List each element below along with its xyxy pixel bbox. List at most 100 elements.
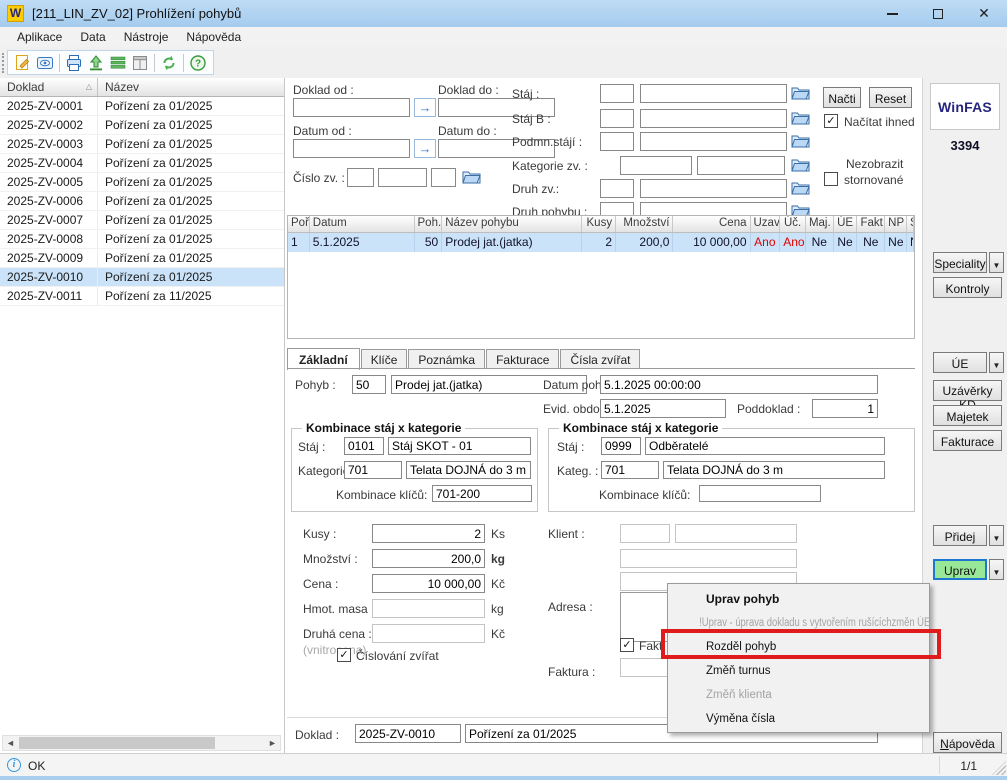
list-item[interactable]: 2025-ZV-0001Pořízení za 01/2025	[0, 97, 284, 116]
reset-button[interactable]: Reset	[869, 87, 912, 108]
list-item[interactable]: 2025-ZV-0009Pořízení za 01/2025	[0, 249, 284, 268]
resize-grip[interactable]	[992, 761, 1006, 775]
horizontal-scrollbar[interactable]: ◄ ►	[2, 735, 281, 751]
kombinace-klicu-input[interactable]	[699, 485, 821, 502]
kateg-name-input[interactable]	[663, 461, 885, 479]
print-icon[interactable]	[63, 53, 85, 73]
filter-staj-name-input[interactable]	[640, 84, 787, 103]
table-column-header[interactable]: Kusy	[582, 216, 616, 232]
kontroly-button[interactable]: Kontroly	[933, 277, 1002, 298]
cislovani-zvirat-checkbox[interactable]: ✓	[337, 648, 351, 662]
list-item[interactable]: 2025-ZV-0006Pořízení za 01/2025	[0, 192, 284, 211]
menu-item-nástroje[interactable]: Nástroje	[115, 28, 178, 46]
filter-doklad-od-input[interactable]	[293, 98, 410, 117]
kombinace-klicu-input[interactable]	[432, 485, 532, 502]
folder-browse-icon[interactable]	[791, 110, 810, 125]
context-menu-item[interactable]: Uprav pohyb	[668, 587, 929, 611]
pohyb-code-input[interactable]	[352, 375, 386, 394]
kategorie-code-input[interactable]	[344, 461, 402, 479]
table-column-header[interactable]: Stor.	[907, 216, 914, 232]
nacitat-ihned-checkbox[interactable]: ✓	[824, 114, 838, 128]
uprav-dropdown-icon[interactable]: ▼	[989, 559, 1004, 580]
table-column-header[interactable]: Fakt	[857, 216, 885, 232]
filter-cislo-zv-input-3[interactable]	[431, 168, 456, 187]
table-column-header[interactable]: Uzav.	[751, 216, 781, 232]
menu-item-nápověda[interactable]: Nápověda	[177, 28, 250, 46]
folder-browse-icon[interactable]	[791, 133, 810, 148]
tab-čísla-zvířat[interactable]: Čísla zvířat	[560, 349, 640, 369]
tab-poznámka[interactable]: Poznámka	[408, 349, 485, 369]
folder-browse-icon[interactable]	[791, 180, 810, 195]
napoveda-button[interactable]: Nápověda	[933, 732, 1002, 753]
filter-druh-zv-code-input[interactable]	[600, 179, 634, 198]
list-item[interactable]: 2025-ZV-0010Pořízení za 01/2025	[0, 268, 284, 287]
fakturace-button[interactable]: Fakturace	[933, 430, 1002, 451]
list-item[interactable]: 2025-ZV-0003Pořízení za 01/2025	[0, 135, 284, 154]
filter-cislo-zv-input-2[interactable]	[378, 168, 427, 187]
table-column-header[interactable]: Datum	[310, 216, 415, 232]
edit-icon[interactable]	[12, 53, 34, 73]
pridej-dropdown-icon[interactable]: ▼	[989, 525, 1004, 546]
table-column-header[interactable]: Poh.	[415, 216, 443, 232]
majetek-button[interactable]: Majetek	[933, 405, 1002, 426]
kategorie-name-input[interactable]	[406, 461, 531, 479]
list-item[interactable]: 2025-ZV-0007Pořízení za 01/2025	[0, 211, 284, 230]
filter-cislo-zv-input-1[interactable]	[347, 168, 374, 187]
hmot-masa-input[interactable]	[372, 599, 485, 618]
column-header-doklad[interactable]: Doklad△	[0, 78, 98, 96]
ue-button[interactable]: ÚE	[933, 352, 987, 373]
table-column-header[interactable]: Název pohybu	[442, 216, 582, 232]
kateg-code-input[interactable]	[601, 461, 659, 479]
table-column-header[interactable]: Maj.	[806, 216, 834, 232]
filter-podmn-staj-name-input[interactable]	[640, 132, 787, 151]
doklad-code-input[interactable]	[355, 724, 461, 743]
staj-name-input[interactable]	[388, 437, 531, 455]
speciality-dropdown-icon[interactable]: ▼	[989, 252, 1004, 273]
table-column-header[interactable]: ÚE	[834, 216, 858, 232]
klient-name-input[interactable]	[675, 524, 797, 543]
columns-icon[interactable]	[129, 53, 151, 73]
nezobrazit-stornovane-checkbox[interactable]	[824, 172, 838, 186]
context-menu-item[interactable]: Změň turnus	[668, 659, 929, 683]
staj-code-input[interactable]	[601, 437, 641, 455]
scroll-left-icon[interactable]: ◄	[3, 736, 18, 750]
folder-browse-icon[interactable]	[791, 85, 810, 100]
filter-staj-b-code-input[interactable]	[600, 109, 634, 128]
movements-table-row[interactable]: 15.1.202550Prodej jat.(jatka)2200,010 00…	[288, 233, 914, 252]
context-menu-item[interactable]: Výměna čísla	[668, 707, 929, 731]
filter-podmn-staj-code-input[interactable]	[600, 132, 634, 151]
staj-code-input[interactable]	[344, 437, 384, 455]
table-column-header[interactable]: Úč.	[780, 216, 806, 232]
poddoklad-input[interactable]	[812, 399, 878, 418]
klient-code-input[interactable]	[620, 524, 670, 543]
list-icon[interactable]	[107, 53, 129, 73]
column-header-nazev[interactable]: Název	[98, 78, 284, 96]
table-column-header[interactable]: Poř.	[288, 216, 310, 232]
help-icon[interactable]: ?	[187, 53, 209, 73]
scrollbar-thumb[interactable]	[19, 737, 215, 749]
klient-line2-input[interactable]	[620, 549, 797, 568]
filter-druh-zv-name-input[interactable]	[640, 179, 787, 198]
preview-icon[interactable]	[34, 53, 56, 73]
close-button[interactable]: ✕	[961, 0, 1007, 27]
list-item[interactable]: 2025-ZV-0008Pořízení za 01/2025	[0, 230, 284, 249]
scroll-right-icon[interactable]: ►	[265, 736, 280, 750]
druha-cena-input[interactable]	[372, 624, 485, 643]
refresh-icon[interactable]	[158, 53, 180, 73]
list-item[interactable]: 2025-ZV-0002Pořízení za 01/2025	[0, 116, 284, 135]
filter-datum-od-input[interactable]	[293, 139, 410, 158]
list-item[interactable]: 2025-ZV-0011Pořízení za 11/2025	[0, 287, 284, 306]
evid-obdobi-input[interactable]	[600, 399, 726, 418]
minimize-button[interactable]	[869, 0, 915, 27]
table-column-header[interactable]: NP	[885, 216, 907, 232]
ue-dropdown-icon[interactable]: ▼	[989, 352, 1004, 373]
filter-staj-b-name-input[interactable]	[640, 109, 787, 128]
cena-input[interactable]	[372, 574, 485, 593]
menu-item-aplikace[interactable]: Aplikace	[8, 28, 71, 46]
table-column-header[interactable]: Množství	[616, 216, 673, 232]
folder-browse-icon[interactable]	[462, 169, 481, 184]
menu-item-data[interactable]: Data	[71, 28, 114, 46]
table-column-header[interactable]: Cena	[673, 216, 750, 232]
tab-fakturace[interactable]: Fakturace	[486, 349, 559, 369]
list-item[interactable]: 2025-ZV-0005Pořízení za 01/2025	[0, 173, 284, 192]
